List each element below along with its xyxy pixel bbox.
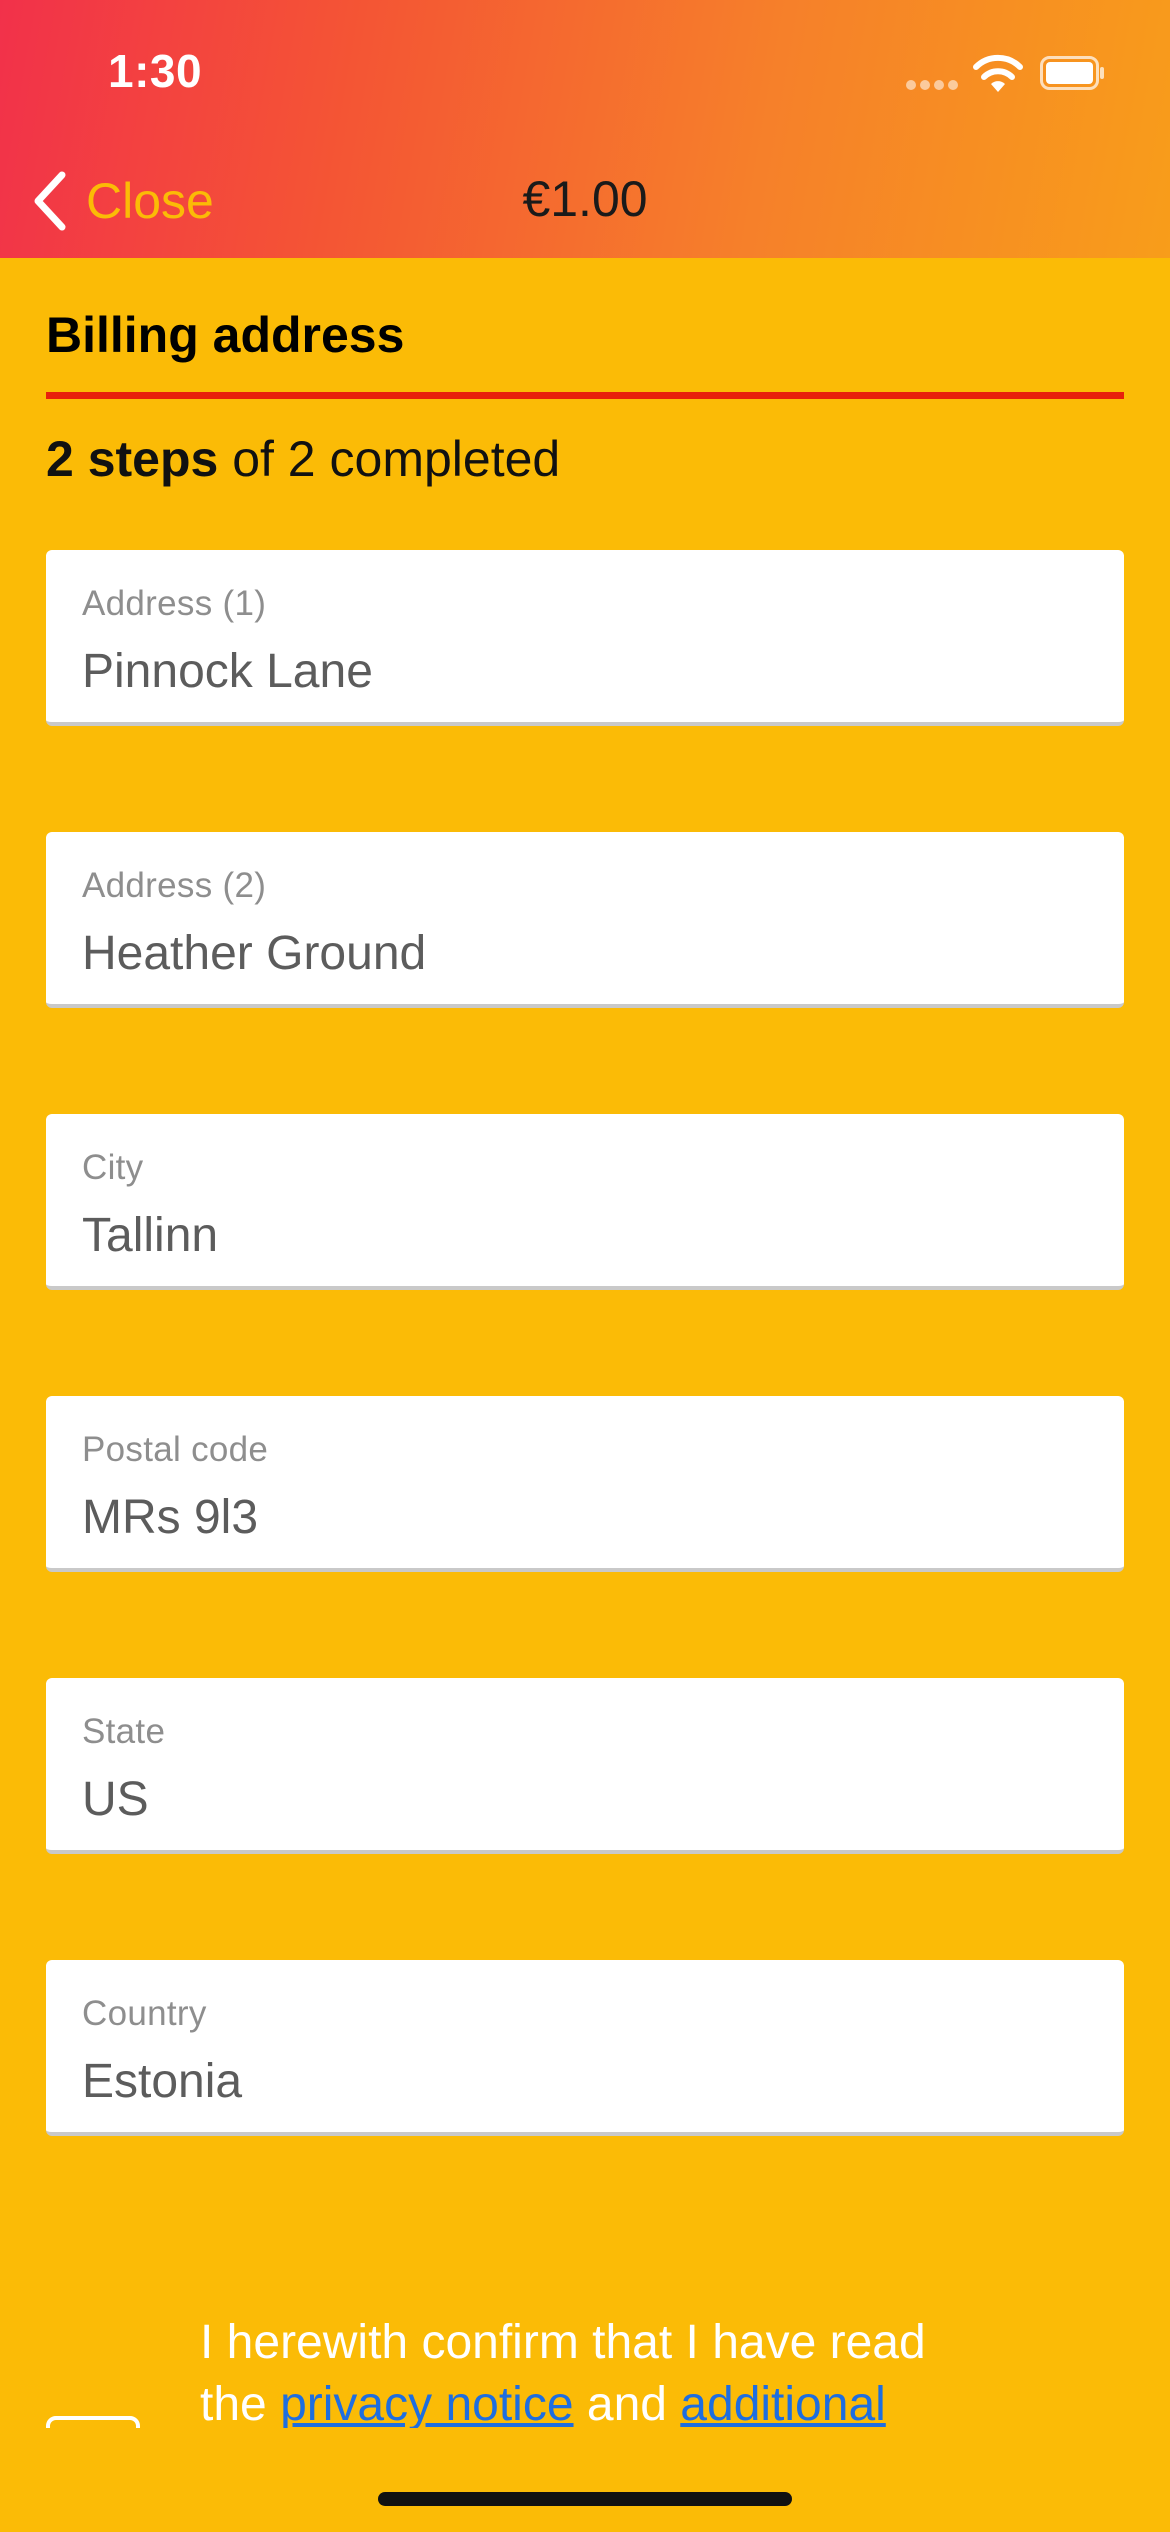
bottom-safe-area <box>0 2428 1170 2532</box>
header-bar: 1:30 Close €1.00 <box>0 0 1170 258</box>
consent-prefix: the <box>200 2378 281 2431</box>
battery-icon <box>1040 56 1104 90</box>
home-indicator[interactable] <box>378 2492 792 2506</box>
field-label: Address (2) <box>82 866 267 905</box>
field-value[interactable]: MRs 9l3 <box>82 1490 258 1545</box>
field-value[interactable]: Tallinn <box>82 1208 218 1263</box>
field-value[interactable]: Pinnock Lane <box>82 644 373 699</box>
address-2-field[interactable]: Address (2) Heather Ground <box>46 832 1124 1008</box>
city-field[interactable]: City Tallinn <box>46 1114 1124 1290</box>
additional-link[interactable]: additional <box>680 2378 886 2431</box>
consent-text: I herewith confirm that I have read the … <box>200 2312 1100 2436</box>
steps-rest: of 2 completed <box>218 431 561 487</box>
consent-line-2: the privacy notice and additional <box>200 2374 1100 2436</box>
steps-count: 2 steps <box>46 431 219 487</box>
wifi-icon <box>973 54 1023 92</box>
country-field[interactable]: Country Estonia <box>46 1960 1124 2136</box>
consent-line-1: I herewith confirm that I have read <box>200 2316 926 2369</box>
state-field[interactable]: State US <box>46 1678 1124 1854</box>
field-value[interactable]: US <box>82 1772 149 1827</box>
steps-progress: 2 steps of 2 completed <box>46 430 560 488</box>
field-value[interactable]: Heather Ground <box>82 926 426 981</box>
address-1-field[interactable]: Address (1) Pinnock Lane <box>46 550 1124 726</box>
field-value[interactable]: Estonia <box>82 2054 242 2109</box>
section-title: Billing address <box>46 307 405 363</box>
field-label: City <box>82 1148 144 1187</box>
nav-title-amount: €1.00 <box>522 171 648 227</box>
privacy-notice-link[interactable]: privacy notice <box>280 2378 573 2431</box>
postal-code-field[interactable]: Postal code MRs 9l3 <box>46 1396 1124 1572</box>
cellular-signal-icon <box>906 80 958 92</box>
status-time: 1:30 <box>108 45 203 97</box>
consent-and: and <box>573 2378 681 2431</box>
section-divider <box>46 392 1124 399</box>
field-label: Postal code <box>82 1430 269 1469</box>
field-label: Address (1) <box>82 584 267 623</box>
field-label: Country <box>82 1994 207 2033</box>
field-label: State <box>82 1712 166 1751</box>
